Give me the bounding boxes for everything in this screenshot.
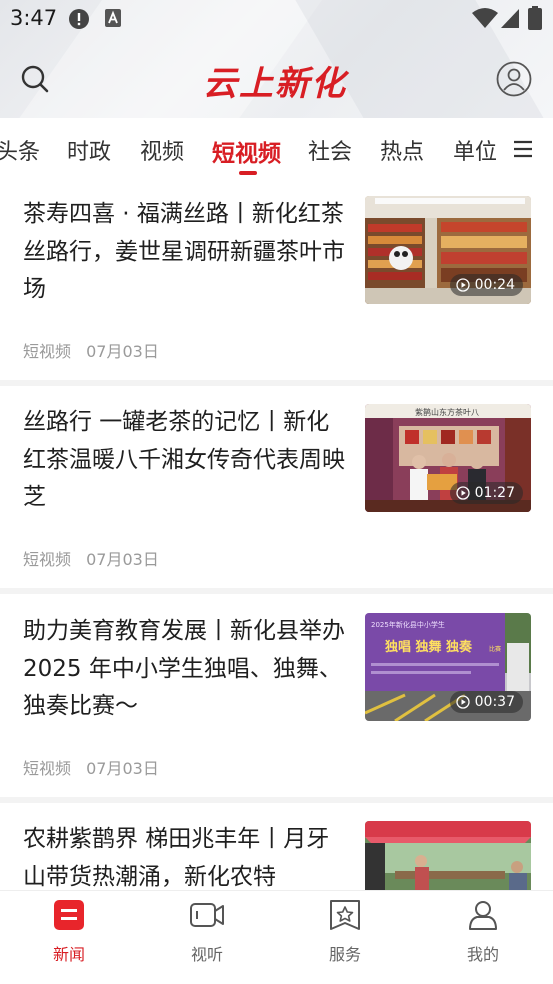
- tab-hot[interactable]: 热点: [380, 134, 424, 166]
- tabs-menu-button[interactable]: [502, 134, 542, 164]
- news-list-item[interactable]: 茶寿四喜 · 福满丝路丨新化红茶丝路行，姜世星调研新疆茶叶市场 短视频 07月0…: [0, 196, 553, 380]
- user-avatar-icon: [496, 61, 532, 97]
- article-title: 助力美育教育发展丨新化县举办 2025 年中小学生独唱、独舞、独奏比赛～: [23, 618, 345, 719]
- app-logo: 云上新化: [203, 64, 347, 104]
- list-separator: [0, 588, 553, 594]
- battery-icon: [528, 6, 542, 30]
- news-list-item[interactable]: 助力美育教育发展丨新化县举办 2025 年中小学生独唱、独舞、独奏比赛～ 短视频…: [0, 613, 553, 797]
- profile-icon: [469, 901, 497, 930]
- keyboard-a-icon: [105, 9, 121, 27]
- video-camera-icon: [190, 903, 224, 927]
- nav-mine[interactable]: 我的: [433, 891, 533, 984]
- article-date: 07月03日: [86, 759, 159, 778]
- nav-news[interactable]: 新闻: [19, 891, 119, 984]
- article-meta: 短视频 07月03日: [23, 755, 159, 779]
- video-duration: 00:24: [474, 277, 515, 293]
- nav-audiovisual-label: 视听: [190, 945, 223, 964]
- banner-suffix-text: 比赛: [489, 645, 501, 653]
- tab-short-video[interactable]: 短视频: [212, 134, 281, 168]
- article-date: 07月03日: [86, 550, 159, 569]
- alert-icon: [69, 9, 89, 29]
- video-thumbnail[interactable]: 2025年新化县中小学生 独唱 独舞 独奏 比赛 00:37: [365, 613, 531, 721]
- article-category: 短视频: [23, 342, 72, 361]
- video-duration-badge: 00:24: [449, 274, 523, 296]
- article-meta: 短视频 07月03日: [23, 546, 159, 570]
- video-thumbnail[interactable]: [365, 821, 531, 890]
- video-duration-badge: 00:37: [449, 691, 523, 713]
- status-time: 3:47: [10, 6, 58, 30]
- banner-top-text: 2025年新化县中小学生: [371, 620, 445, 629]
- category-tabs: 头条 时政 视频 短视频 社会 热点 单位: [0, 118, 553, 180]
- tab-video[interactable]: 视频: [140, 134, 184, 166]
- bottom-navigation: 新闻 视听 服务 我的: [0, 890, 553, 984]
- list-separator: [0, 797, 553, 803]
- play-icon: [455, 278, 470, 292]
- news-icon: [54, 900, 84, 930]
- article-category: 短视频: [23, 550, 72, 569]
- tab-politics[interactable]: 时政: [67, 134, 111, 166]
- article-category: 短视频: [23, 759, 72, 778]
- news-list-item[interactable]: 丝路行 一罐老茶的记忆丨新化红茶温暖八千湘女传奇代表周映芝 短视频 07月03日…: [0, 404, 553, 588]
- play-icon: [455, 486, 470, 500]
- news-list-item[interactable]: 农耕紫鹊界 梯田兆丰年丨月牙山带货热潮涌，新化农特: [0, 821, 553, 890]
- article-title: 丝路行 一罐老茶的记忆丨新化红茶温暖八千湘女传奇代表周映芝: [23, 409, 345, 510]
- nav-mine-label: 我的: [466, 945, 499, 964]
- video-duration-badge: 01:27: [449, 482, 523, 504]
- list-separator: [0, 380, 553, 386]
- video-duration: 00:37: [474, 694, 515, 710]
- nav-service[interactable]: 服务: [295, 891, 395, 984]
- video-duration: 01:27: [474, 485, 515, 501]
- search-icon: [21, 65, 49, 93]
- nav-audiovisual[interactable]: 视听: [157, 891, 257, 984]
- app-header: 3:47 云上新化: [0, 0, 553, 118]
- video-thumbnail[interactable]: 00:24: [365, 196, 531, 304]
- tab-units[interactable]: 单位: [453, 134, 497, 166]
- tab-society[interactable]: 社会: [308, 134, 352, 166]
- market-stall-thumbnail-image: [365, 821, 531, 890]
- active-tab-indicator: [239, 171, 257, 175]
- article-title: 农耕紫鹊界 梯田兆丰年丨月牙山带货热潮涌，新化农特: [23, 826, 330, 890]
- article-meta: 短视频 07月03日: [23, 338, 159, 362]
- nav-news-label: 新闻: [52, 945, 85, 964]
- service-star-icon: [330, 900, 360, 930]
- signal-icon: [501, 9, 519, 28]
- menu-icon: [514, 140, 532, 158]
- user-avatar-button[interactable]: [496, 61, 532, 97]
- article-title: 茶寿四喜 · 福满丝路丨新化红茶丝路行，姜世星调研新疆茶叶市场: [23, 201, 345, 302]
- nav-service-label: 服务: [328, 945, 361, 964]
- status-bar: 3:47: [0, 0, 553, 38]
- tab-headlines[interactable]: 头条: [0, 134, 40, 166]
- video-thumbnail[interactable]: 紫鹊山东方茶叶八 01:27: [365, 404, 531, 512]
- article-date: 07月03日: [86, 342, 159, 361]
- search-button[interactable]: [18, 62, 52, 96]
- play-icon: [455, 695, 470, 709]
- sign-text: 紫鹊山东方茶叶八: [415, 407, 479, 417]
- banner-main-text: 独唱 独舞 独奏: [385, 639, 473, 655]
- wifi-icon: [472, 8, 498, 28]
